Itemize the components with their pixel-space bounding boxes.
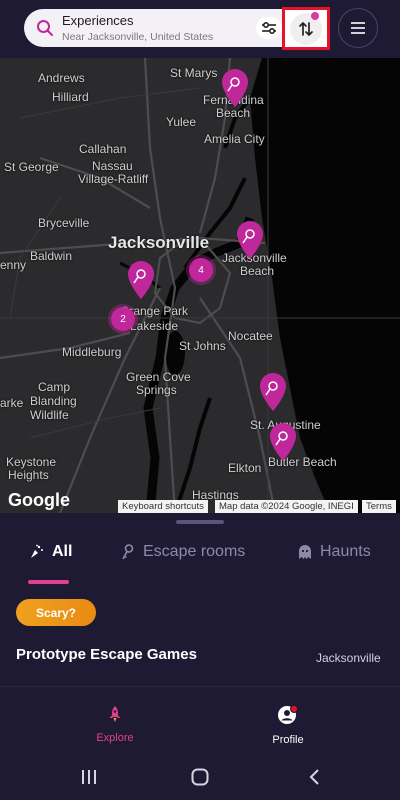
map-label-fernandina-beach: Beach (216, 106, 251, 120)
map-data-attribution: Map data ©2024 Google, INEGI (215, 500, 358, 513)
nav-explore-label: Explore (96, 732, 134, 744)
map-label-nocatee: Nocatee (228, 329, 273, 343)
home-icon (191, 768, 209, 786)
map-pin-fernandina[interactable] (220, 68, 250, 108)
top-bar: Experiences Near Jacksonville, United St… (0, 0, 400, 58)
filter-button[interactable] (256, 17, 282, 39)
map-label-st-marys: St Marys (170, 66, 218, 80)
experience-city: Jacksonville (316, 651, 381, 665)
map-label-blanding: Blanding (30, 394, 77, 408)
sort-indicator-dot (311, 12, 319, 20)
sort-arrows-icon (299, 21, 313, 36)
tab-escape-rooms[interactable]: Escape rooms (121, 543, 245, 561)
rocket-icon (109, 706, 121, 722)
menu-button[interactable] (338, 8, 378, 48)
hamburger-menu-icon (351, 22, 365, 34)
category-tabs: All Escape rooms Haunts (0, 535, 400, 585)
map-pin-st-augustine[interactable] (258, 372, 288, 412)
tab-all-label: All (52, 543, 73, 560)
recent-apps-button[interactable] (69, 765, 109, 789)
map-pin-jacksonville[interactable] (126, 260, 156, 300)
ghost-icon (299, 545, 311, 559)
map-base (0, 58, 400, 513)
sheet-drag-handle[interactable] (176, 520, 224, 524)
profile-icon (278, 705, 298, 724)
back-icon (309, 769, 319, 785)
map-label-nassau: Nassau (92, 159, 133, 173)
nav-profile-label: Profile (272, 734, 304, 746)
system-navigation-bar (0, 755, 400, 800)
bottom-navigation: Explore Profile (0, 687, 400, 755)
map-label-enny: enny (0, 258, 27, 272)
map-label-st-george: St George (4, 160, 59, 174)
active-tab-indicator (28, 580, 69, 584)
tab-haunts[interactable]: Haunts (298, 543, 371, 561)
search-icon (37, 20, 53, 36)
map-label-wildlife: Wildlife (30, 408, 69, 422)
map-label-keystone: Keystone (6, 455, 57, 469)
sliders-icon (262, 21, 276, 35)
home-button[interactable] (180, 765, 220, 789)
map-view[interactable]: St Marys Andrews Hilliard Fernandina Bea… (0, 58, 400, 513)
terms-link[interactable]: Terms (362, 500, 396, 513)
map-label-camp: Camp (38, 380, 71, 394)
map-label-yulee: Yulee (166, 115, 197, 129)
search-location: Near Jacksonville, United States (62, 31, 214, 43)
search-title: Experiences (62, 13, 134, 28)
keyboard-shortcuts-link[interactable]: Keyboard shortcuts (118, 500, 208, 513)
map-label-middleburg: Middleburg (62, 345, 122, 359)
screen: Experiences Near Jacksonville, United St… (0, 0, 400, 800)
tab-escape-rooms-label: Escape rooms (143, 543, 246, 560)
experience-title[interactable]: Prototype Escape Games (16, 646, 197, 663)
map-label-arke: arke (0, 396, 24, 410)
map-label-green-cove: Green Cove (126, 370, 191, 384)
map-label-andrews: Andrews (38, 71, 85, 85)
map-label-baldwin: Baldwin (30, 249, 73, 263)
map-label-bryceville: Bryceville (38, 216, 90, 230)
map-label-elkton: Elkton (228, 461, 262, 475)
sort-button[interactable] (282, 7, 330, 50)
map-cluster[interactable]: 2 (111, 307, 135, 331)
map-label-keystone-heights: Heights (8, 468, 49, 482)
map-pin-jacksonville-beach[interactable] (235, 220, 265, 260)
recent-apps-icon (82, 770, 96, 784)
map-cluster[interactable]: 4 (189, 258, 213, 282)
tab-all[interactable]: All (28, 543, 72, 561)
tab-haunts-label: Haunts (320, 543, 371, 560)
map-label-village-ratliff: Village-Ratliff (78, 172, 149, 186)
scary-badge: Scary? (16, 599, 96, 626)
map-label-callahan: Callahan (79, 142, 127, 156)
map-pin-butler-beach[interactable] (268, 422, 298, 462)
map-label-jacksonville-beach-2: Beach (240, 264, 275, 278)
nav-profile[interactable]: Profile (238, 705, 338, 746)
key-icon (122, 544, 134, 560)
map-label-jacksonville: Jacksonville (108, 233, 210, 252)
back-button[interactable] (294, 765, 334, 789)
sparkle-icon (31, 544, 43, 558)
map-label-lakeside: Lakeside (130, 319, 179, 333)
nav-explore[interactable]: Explore (65, 705, 165, 744)
map-label-amelia-city: Amelia City (204, 132, 265, 146)
google-logo: Google (8, 490, 70, 510)
map-label-st-johns: St Johns (179, 339, 226, 353)
map-label-green-cove-springs: Springs (136, 383, 177, 397)
map-label-hilliard: Hilliard (52, 90, 89, 104)
